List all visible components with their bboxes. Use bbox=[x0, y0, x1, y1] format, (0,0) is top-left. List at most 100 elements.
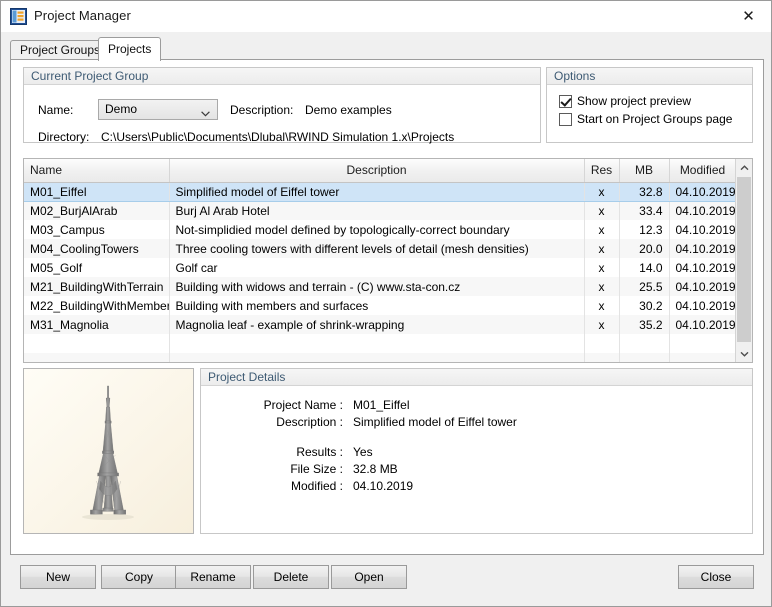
new-button[interactable]: New bbox=[20, 565, 96, 589]
description-value: Demo examples bbox=[305, 103, 392, 117]
options-title: Options bbox=[547, 68, 752, 85]
detail-value-results: Yes bbox=[353, 445, 373, 459]
cell-name: M01_Eiffel bbox=[24, 181, 170, 202]
description-label: Description: bbox=[230, 103, 294, 117]
copy-button[interactable]: Copy bbox=[101, 565, 177, 589]
rename-button[interactable]: Rename bbox=[175, 565, 251, 589]
cell-description: Simplified model of Eiffel tower bbox=[169, 181, 585, 202]
cell-mb: 14.0 bbox=[619, 258, 670, 277]
scroll-down-button[interactable] bbox=[736, 345, 752, 362]
table-filler-row bbox=[24, 353, 737, 362]
project-group-combobox[interactable]: Demo bbox=[98, 99, 218, 120]
cell-modified: 04.10.2019 bbox=[669, 181, 737, 202]
cell-description: Magnolia leaf - example of shrink-wrappi… bbox=[169, 315, 585, 334]
current-project-group-panel: Current Project Group Name: Demo Descrip… bbox=[23, 67, 541, 144]
table-filler-row bbox=[24, 334, 737, 353]
table-row[interactable]: M04_CoolingTowers Three cooling towers w… bbox=[24, 239, 737, 258]
option-start-on-project-groups-page[interactable]: Start on Project Groups page bbox=[559, 112, 732, 126]
delete-button[interactable]: Delete bbox=[253, 565, 329, 589]
cell-modified: 04.10.2019 bbox=[669, 296, 737, 315]
option-show-project-preview-label: Show project preview bbox=[577, 94, 692, 108]
detail-label-modified: Modified : bbox=[290, 479, 343, 493]
cell-mb: 35.2 bbox=[619, 315, 670, 334]
detail-value-description: Simplified model of Eiffel tower bbox=[353, 415, 517, 429]
option-start-on-project-groups-page-label: Start on Project Groups page bbox=[577, 112, 733, 126]
cell-res: x bbox=[584, 220, 620, 239]
scrollbar-thumb[interactable] bbox=[737, 177, 751, 342]
cell-mb: 20.0 bbox=[619, 239, 670, 258]
table-row[interactable]: M02_BurjAlArab Burj Al Arab Hotel x 33.4… bbox=[24, 201, 737, 220]
cell-modified: 04.10.2019 bbox=[669, 258, 737, 277]
detail-value-modified: 04.10.2019 bbox=[353, 479, 414, 493]
cell-modified: 04.10.2019 bbox=[669, 277, 737, 296]
column-header-description[interactable]: Description bbox=[169, 159, 585, 183]
scroll-up-button[interactable] bbox=[736, 159, 752, 176]
cell-name: M21_BuildingWithTerrain bbox=[24, 277, 170, 296]
cell-description: Three cooling towers with different leve… bbox=[169, 239, 585, 258]
close-icon: ✕ bbox=[742, 6, 755, 25]
cell-description: Not-simplidied model defined by topologi… bbox=[169, 220, 585, 239]
column-header-mb[interactable]: MB bbox=[619, 159, 670, 183]
project-details-title: Project Details bbox=[201, 369, 752, 386]
current-project-group-title: Current Project Group bbox=[24, 68, 540, 85]
detail-value-file-size: 32.8 MB bbox=[353, 462, 398, 476]
open-button[interactable]: Open bbox=[331, 565, 407, 589]
cell-res: x bbox=[584, 201, 620, 220]
column-header-modified[interactable]: Modified bbox=[669, 159, 737, 183]
directory-label: Directory: bbox=[38, 130, 90, 144]
table-row[interactable]: M31_Magnolia Magnolia leaf - example of … bbox=[24, 315, 737, 334]
grid-vertical-scrollbar[interactable] bbox=[735, 159, 752, 362]
window-title: Project Manager bbox=[34, 8, 131, 23]
column-header-name[interactable]: Name bbox=[24, 159, 170, 183]
cell-res: x bbox=[584, 296, 620, 315]
cell-description: Building with widows and terrain - (C) w… bbox=[169, 277, 585, 296]
cell-name: M02_BurjAlArab bbox=[24, 201, 170, 220]
cell-mb: 32.8 bbox=[619, 181, 670, 202]
cell-description: Burj Al Arab Hotel bbox=[169, 201, 585, 220]
table-body: M01_Eiffel Simplified model of Eiffel to… bbox=[24, 181, 737, 362]
table-header-row: Name Description Res MB Modified bbox=[24, 159, 737, 183]
detail-label-results: Results : bbox=[296, 445, 343, 459]
checkbox-unchecked-icon bbox=[559, 112, 572, 126]
table-row[interactable]: M05_Golf Golf car x 14.0 04.10.2019 bbox=[24, 258, 737, 277]
projects-grid[interactable]: Name Description Res MB Modified M01_Eif… bbox=[23, 158, 753, 363]
cell-name: M04_CoolingTowers bbox=[24, 239, 170, 258]
table-row[interactable]: M01_Eiffel Simplified model of Eiffel to… bbox=[24, 181, 737, 202]
cell-name: M03_Campus bbox=[24, 220, 170, 239]
column-header-res[interactable]: Res bbox=[584, 159, 620, 183]
table-row[interactable]: M21_BuildingWithTerrain Building with wi… bbox=[24, 277, 737, 296]
cell-name: M22_BuildingWithMembers bbox=[24, 296, 170, 315]
project-preview bbox=[23, 368, 194, 534]
cell-name: M31_Magnolia bbox=[24, 315, 170, 334]
cell-res: x bbox=[584, 277, 620, 296]
cell-modified: 04.10.2019 bbox=[669, 239, 737, 258]
cell-modified: 04.10.2019 bbox=[669, 201, 737, 220]
close-button[interactable]: Close bbox=[678, 565, 754, 589]
tab-project-groups[interactable]: Project Groups bbox=[10, 40, 111, 60]
cell-mb: 30.2 bbox=[619, 296, 670, 315]
project-group-combobox-value: Demo bbox=[105, 102, 138, 116]
detail-label-project-name: Project Name : bbox=[263, 398, 343, 412]
title-bar: Project Manager ✕ bbox=[1, 1, 771, 32]
cell-mb: 33.4 bbox=[619, 201, 670, 220]
detail-value-project-name: M01_Eiffel bbox=[353, 398, 410, 412]
window-close-button[interactable]: ✕ bbox=[726, 1, 771, 31]
cell-mb: 12.3 bbox=[619, 220, 670, 239]
cell-res: x bbox=[584, 181, 620, 202]
chevron-up-icon bbox=[740, 164, 748, 170]
options-panel: Options Show project preview Start on Pr… bbox=[546, 67, 753, 143]
cell-modified: 04.10.2019 bbox=[669, 220, 737, 239]
projects-table: Name Description Res MB Modified M01_Eif… bbox=[24, 159, 737, 362]
chevron-down-icon bbox=[201, 106, 210, 117]
project-manager-window: Project Manager ✕ Project Groups Project… bbox=[0, 0, 772, 607]
tab-projects[interactable]: Projects bbox=[98, 37, 162, 61]
table-row[interactable]: M03_Campus Not-simplidied model defined … bbox=[24, 220, 737, 239]
project-details-panel: Project Details Project Name : M01_Eiffe… bbox=[200, 368, 753, 534]
option-show-project-preview[interactable]: Show project preview bbox=[559, 94, 691, 108]
eiffel-tower-preview-image bbox=[24, 369, 193, 533]
chevron-down-icon bbox=[740, 351, 748, 357]
cell-res: x bbox=[584, 315, 620, 334]
table-row[interactable]: M22_BuildingWithMembers Building with me… bbox=[24, 296, 737, 315]
checkbox-checked-icon bbox=[559, 94, 572, 108]
name-label: Name: bbox=[38, 103, 74, 117]
